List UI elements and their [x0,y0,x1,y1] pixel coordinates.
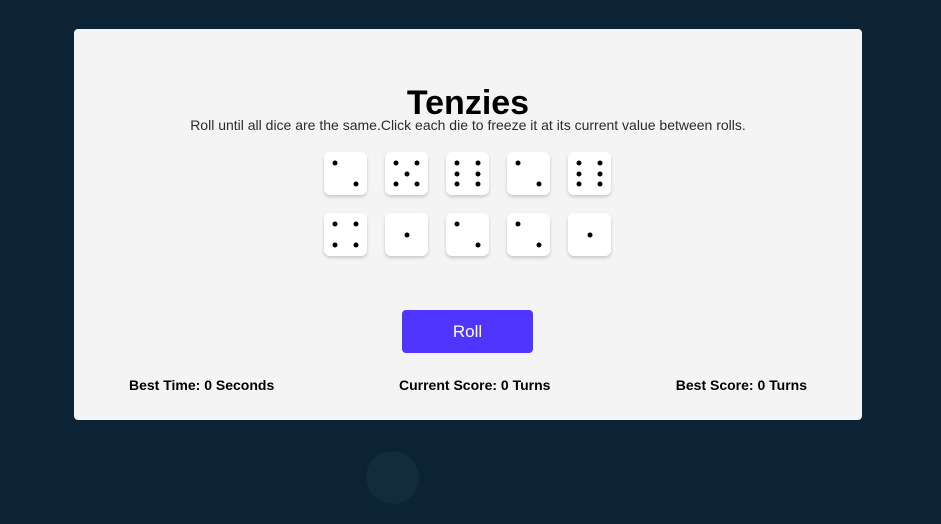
die-pip [454,171,460,176]
die-pip [353,242,359,248]
die-pip [597,171,603,176]
die-pip [587,232,592,237]
die-pip [475,160,481,166]
die-pip [475,242,481,248]
die-pip [414,181,420,187]
die-6[interactable] [324,213,367,256]
die-7[interactable] [385,213,428,256]
die-pip [576,181,582,187]
die-pip [353,181,359,187]
die-pip [404,232,409,237]
die-5[interactable] [568,152,611,195]
die-pip [332,221,338,227]
die-3[interactable] [446,152,489,195]
die-pip [404,171,409,176]
game-card: Tenzies Roll until all dice are the same… [74,29,862,420]
die-2[interactable] [385,152,428,195]
die-pip [454,160,460,166]
die-pip [475,171,481,176]
die-10[interactable] [568,213,611,256]
die-8[interactable] [446,213,489,256]
floating-circle [366,451,419,504]
die-pip [597,181,603,187]
die-pip [414,160,420,166]
current-score-stat: Current Score: 0 Turns [399,377,551,393]
die-pip [454,181,460,187]
die-pip [332,160,338,166]
die-4[interactable] [507,152,550,195]
die-pip [332,242,338,248]
best-time-stat: Best Time: 0 Seconds [129,377,275,393]
instructions-text: Roll until all dice are the same.Click e… [190,117,746,133]
die-pip [576,160,582,166]
die-pip [475,181,481,187]
die-pip [393,160,399,166]
die-9[interactable] [507,213,550,256]
best-score-stat: Best Score: 0 Turns [675,377,807,393]
dice-grid [324,152,612,258]
die-pip [536,181,542,187]
die-pip [515,221,521,227]
die-pip [536,242,542,248]
die-pip [515,160,521,166]
die-pip [454,221,460,227]
die-1[interactable] [324,152,367,195]
die-pip [576,171,582,176]
die-pip [597,160,603,166]
die-pip [353,221,359,227]
die-pip [393,181,399,187]
roll-button[interactable]: Roll [402,310,533,353]
